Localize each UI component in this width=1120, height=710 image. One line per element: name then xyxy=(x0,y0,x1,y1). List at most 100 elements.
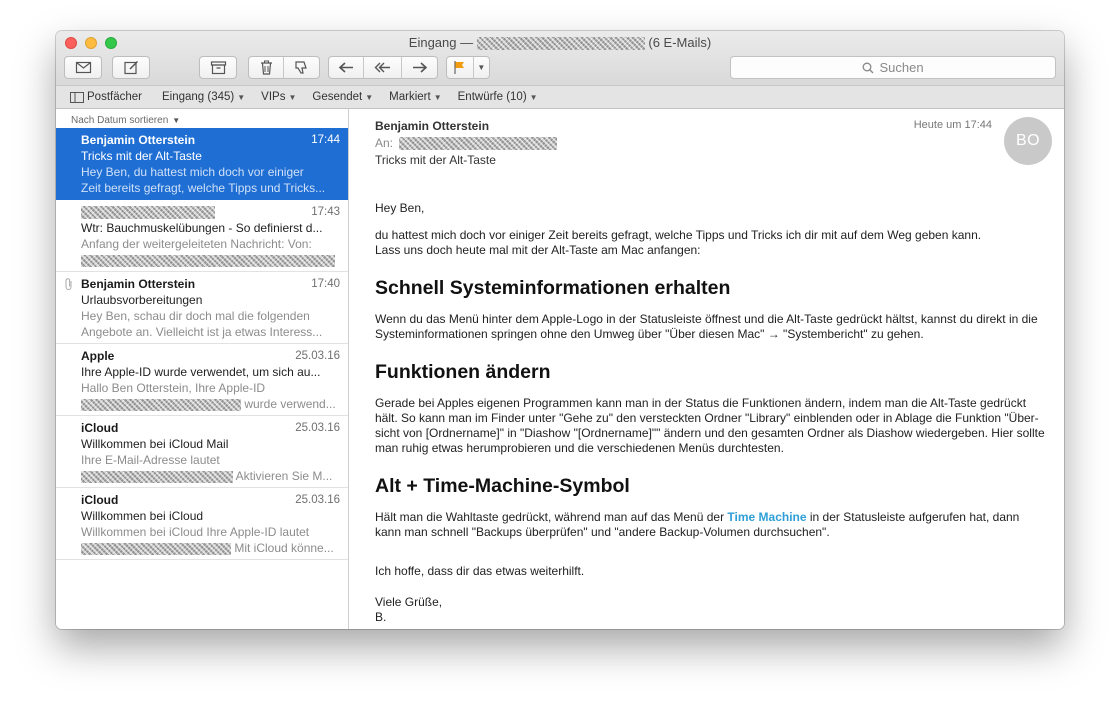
flag-menu-button[interactable]: ▼ xyxy=(474,57,489,78)
get-mail-button[interactable] xyxy=(64,56,102,79)
reading-pane: Benjamin Otterstein An: Tricks mit der A… xyxy=(350,109,1064,629)
section-paragraph: Wenn du das Menü hinter dem Apple-Logo i… xyxy=(375,312,1038,341)
message-preview: Ihre E-Mail-Adresse lautet xyxy=(81,453,220,467)
section-heading: Funktionen ändern xyxy=(375,361,551,383)
chevron-down-icon: ▼ xyxy=(433,92,442,102)
message-date: 17:44 xyxy=(311,134,340,146)
reply-status-icon xyxy=(65,278,72,290)
archive-icon xyxy=(210,61,226,75)
reply-all-icon xyxy=(374,62,391,73)
message-preview: Angebote an. Vielleicht ist ja etwas Int… xyxy=(81,325,323,339)
chevron-down-icon: ▼ xyxy=(365,92,374,102)
trash-icon xyxy=(260,60,272,75)
message-preview: Hey Ben, schau dir doch mal die folgende… xyxy=(81,309,310,323)
message-subject: Wtr: Bauchmuskelübungen - So definierst … xyxy=(81,221,323,235)
favorites-mailboxes[interactable]: Postfächer xyxy=(70,91,142,103)
search-input[interactable]: Suchen xyxy=(730,56,1056,79)
message-preview: Hey Ben, du hattest mich doch vor einige… xyxy=(81,165,304,179)
reply-all-button[interactable] xyxy=(364,57,402,78)
redacted-preview xyxy=(81,470,233,483)
message-date: 17:40 xyxy=(311,278,340,290)
section-paragraph: Gerade bei Apples eigenen Programmen kan… xyxy=(375,396,1045,455)
redacted-sender xyxy=(81,206,215,220)
favorites-vips[interactable]: VIPs ▼ xyxy=(261,91,296,103)
message-subject: Ihre Apple-ID wurde verwendet, um sich a… xyxy=(81,365,321,379)
message-list: Nach Datum sortieren ▼ Benjamin Otterste… xyxy=(56,109,349,629)
chevron-down-icon: ▼ xyxy=(288,92,297,102)
favorites-bar: Postfächer Eingang (345) ▼ VIPs ▼ Gesendet… xyxy=(56,85,1064,109)
redacted-recipient[interactable] xyxy=(399,136,558,150)
sidebar-icon xyxy=(70,91,84,103)
favorites-flagged[interactable]: Markiert ▼ xyxy=(389,91,441,103)
list-item[interactable]: Apple 25.03.16 Ihre Apple-ID wurde verwe… xyxy=(56,344,348,416)
list-item[interactable]: Benjamin Otterstein 17:44 Tricks mit der… xyxy=(56,128,348,200)
reply-button[interactable] xyxy=(329,57,365,78)
favorites-drafts[interactable]: Entwürfe (10) ▼ xyxy=(458,91,538,103)
delete-button[interactable] xyxy=(249,57,285,78)
email-greeting: Hey Ben, xyxy=(375,201,425,215)
message-subject: Urlaubsvorbereitungen xyxy=(81,293,203,307)
flag-icon xyxy=(454,61,465,74)
email-subject: Tricks mit der Alt-Taste xyxy=(375,153,496,167)
message-date: 25.03.16 xyxy=(295,350,340,362)
favorites-mailboxes-label: Postfächer xyxy=(87,91,142,103)
forward-button[interactable] xyxy=(402,57,437,78)
message-preview: Anfang der weitergeleiteten Nachricht: V… xyxy=(81,237,312,251)
junk-button[interactable] xyxy=(284,57,319,78)
chevron-down-icon: ▼ xyxy=(529,92,538,102)
envelope-icon xyxy=(75,61,91,74)
message-date: 25.03.16 xyxy=(295,494,340,506)
section-heading: Schnell Systeminformationen erhalten xyxy=(375,277,731,299)
list-item[interactable]: 17:43 Wtr: Bauchmuskelübungen - So defin… xyxy=(56,200,348,272)
reply-forward-group xyxy=(328,56,438,79)
message-preview: Mit iCloud könne... xyxy=(81,540,339,556)
flag-group: ▼ xyxy=(446,56,490,79)
chevron-down-icon: ▼ xyxy=(172,115,181,125)
email-sender: Benjamin Otterstein xyxy=(375,119,490,133)
list-item[interactable]: iCloud 25.03.16 Willkommen bei iCloud Wi… xyxy=(56,488,348,560)
window-title-suffix: (6 E-Mails) xyxy=(648,35,712,50)
email-signature: B. xyxy=(375,610,387,624)
message-preview-tail: Mit iCloud könne... xyxy=(234,541,334,555)
message-preview: Willkommen bei iCloud Ihre Apple-ID laut… xyxy=(81,525,310,539)
compose-button[interactable] xyxy=(112,56,150,79)
time-machine-link[interactable]: Time Machine xyxy=(727,510,806,524)
list-item[interactable]: iCloud 25.03.16 Willkommen bei iCloud Ma… xyxy=(56,416,348,488)
reply-icon xyxy=(338,62,353,73)
redacted-preview xyxy=(81,398,241,411)
favorites-sent[interactable]: Gesendet ▼ xyxy=(312,91,373,103)
favorites-inbox[interactable]: Eingang (345) ▼ xyxy=(162,91,245,103)
redacted-preview xyxy=(81,254,335,267)
thumbs-down-icon xyxy=(295,61,307,74)
message-subject: Willkommen bei iCloud Mail xyxy=(81,437,229,451)
email-intro: du hattest mich doch vor einiger Zeit be… xyxy=(375,228,982,242)
list-item[interactable]: Benjamin Otterstein 17:40 Urlaubsvorbere… xyxy=(56,272,348,344)
recipient-label: An: xyxy=(375,136,394,150)
avatar: BO xyxy=(1004,117,1052,165)
message-preview: Hallo Ben Otterstein, Ihre Apple-ID xyxy=(81,381,266,395)
forward-icon xyxy=(412,62,428,73)
titlebar: Eingang — (6 E-Mails) ▼ Suchen xyxy=(56,31,1064,85)
favorites-sent-label: Gesendet xyxy=(312,91,363,103)
sort-label: Nach Datum sortieren xyxy=(71,114,169,126)
search-icon xyxy=(863,62,874,73)
message-preview-tail: Aktivieren Sie M... xyxy=(235,469,333,483)
email-body: Hey Ben, du hattest mich doch vor einige… xyxy=(375,201,1047,629)
favorites-vips-label: VIPs xyxy=(261,91,286,103)
paragraph-text: Hält man die Wahltaste gedrückt, während… xyxy=(375,510,728,524)
message-date: 25.03.16 xyxy=(295,422,340,434)
flag-button[interactable] xyxy=(447,57,474,78)
favorites-flagged-label: Markiert xyxy=(389,91,431,103)
mail-window: Eingang — (6 E-Mails) ▼ Suchen Postfäche… xyxy=(56,31,1064,629)
compose-icon xyxy=(123,60,138,75)
archive-button[interactable] xyxy=(199,56,237,79)
chevron-down-icon: ▼ xyxy=(237,92,246,102)
delete-junk-group xyxy=(248,56,320,79)
message-date: 17:43 xyxy=(311,206,340,218)
section-paragraph: Hält man die Wahltaste gedrückt, während… xyxy=(375,510,1047,540)
message-sender: Benjamin Otterstein xyxy=(81,277,196,291)
message-preview-tail: wurde verwend... xyxy=(244,397,336,411)
email-time: Heute um 17:44 xyxy=(913,119,992,131)
sort-menu[interactable]: Nach Datum sortieren ▼ xyxy=(56,109,348,128)
message-subject: Willkommen bei iCloud xyxy=(81,509,204,523)
